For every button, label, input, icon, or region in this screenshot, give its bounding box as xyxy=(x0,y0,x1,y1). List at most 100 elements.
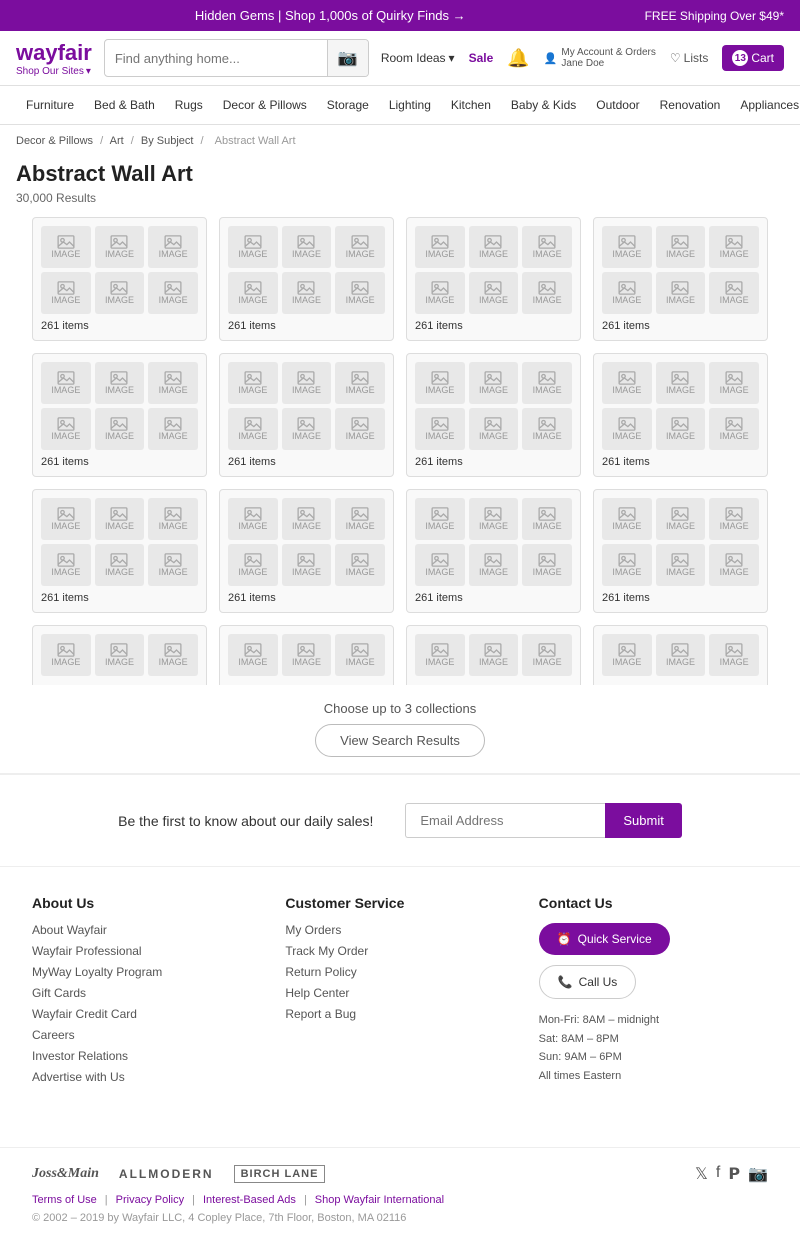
product-thumb: IMAGE xyxy=(602,272,652,314)
product-thumb: IMAGE xyxy=(228,226,278,268)
camera-search-button[interactable]: 📷 xyxy=(327,40,368,76)
product-thumb: IMAGE xyxy=(602,408,652,450)
collection-card[interactable]: IMAGE IMAGE IMAGE IMAGE IMAGE IMAGE 261 … xyxy=(593,353,768,477)
collection-card[interactable]: IMAGE IMAGE IMAGE IMAGE IMAGE IMAGE 261 … xyxy=(32,489,207,613)
nav-baby-kids[interactable]: Baby & Kids xyxy=(501,86,586,124)
cart-button[interactable]: 13 Cart xyxy=(722,45,784,71)
product-thumb: IMAGE xyxy=(41,544,91,586)
collections-row-1: IMAGE IMAGE IMAGE IMAGE IMAGE IMAGE 261 … xyxy=(16,217,784,341)
banner-promo[interactable]: Hidden Gems | Shop 1,000s of Quirky Find… xyxy=(16,8,645,23)
brand-joss-main[interactable]: Joss&Main xyxy=(32,1166,99,1182)
collection-count: 261 items xyxy=(602,592,759,604)
collection-count: 261 items xyxy=(415,592,572,604)
footer-link-report-bug[interactable]: Report a Bug xyxy=(285,1007,514,1021)
breadcrumb-decor[interactable]: Decor & Pillows xyxy=(16,135,93,147)
collection-count: 261 items xyxy=(415,320,572,332)
collection-card[interactable]: IMAGE IMAGE IMAGE xyxy=(219,625,394,685)
pinterest-icon[interactable]: 𝗣 xyxy=(728,1164,740,1184)
collection-card[interactable]: IMAGE IMAGE IMAGE IMAGE IMAGE IMAGE 261 … xyxy=(32,353,207,477)
view-search-button[interactable]: View Search Results xyxy=(315,724,485,757)
collection-card[interactable]: IMAGE IMAGE IMAGE IMAGE IMAGE IMAGE 261 … xyxy=(219,217,394,341)
collections-row-3: IMAGE IMAGE IMAGE IMAGE IMAGE IMAGE 261 … xyxy=(16,489,784,613)
product-thumb: IMAGE xyxy=(469,272,519,314)
nav-renovation[interactable]: Renovation xyxy=(650,86,731,124)
breadcrumb-by-subject[interactable]: By Subject xyxy=(141,135,194,147)
notifications-bell[interactable]: 🔔 xyxy=(507,48,529,69)
nav-bed-bath[interactable]: Bed & Bath xyxy=(84,86,165,124)
sale-link[interactable]: Sale xyxy=(469,51,494,65)
international-link[interactable]: Shop Wayfair International xyxy=(315,1194,444,1206)
brand-birch-lane[interactable]: BIRCH LANE xyxy=(234,1165,326,1183)
nav-rugs[interactable]: Rugs xyxy=(165,86,213,124)
collection-card[interactable]: IMAGE IMAGE IMAGE IMAGE IMAGE IMAGE 261 … xyxy=(219,353,394,477)
footer-link-help[interactable]: Help Center xyxy=(285,986,514,1000)
collection-card[interactable]: IMAGE IMAGE IMAGE xyxy=(406,625,581,685)
footer-link-about-wayfair[interactable]: About Wayfair xyxy=(32,923,261,937)
account-menu[interactable]: 👤 My Account & Orders Jane Doe xyxy=(544,47,656,69)
instagram-icon[interactable]: 📷 xyxy=(748,1164,768,1184)
product-thumb: IMAGE xyxy=(602,498,652,540)
quick-service-button[interactable]: ⏰ Quick Service xyxy=(539,923,670,955)
twitter-icon[interactable]: 𝕏 xyxy=(695,1164,708,1184)
breadcrumb-art[interactable]: Art xyxy=(110,135,124,147)
facebook-icon[interactable]: f xyxy=(716,1164,720,1184)
breadcrumb-current: Abstract Wall Art xyxy=(215,135,296,147)
nav-lighting[interactable]: Lighting xyxy=(379,86,441,124)
footer-link-professional[interactable]: Wayfair Professional xyxy=(32,944,261,958)
product-thumb: IMAGE xyxy=(469,362,519,404)
footer-link-return[interactable]: Return Policy xyxy=(285,965,514,979)
product-thumb: IMAGE xyxy=(602,544,652,586)
footer-columns: About Us About Wayfair Wayfair Professio… xyxy=(32,895,768,1091)
call-us-button[interactable]: 📞 Call Us xyxy=(539,965,637,999)
footer-about: About Us About Wayfair Wayfair Professio… xyxy=(32,895,261,1091)
nav-outdoor[interactable]: Outdoor xyxy=(586,86,649,124)
footer-link-myway[interactable]: MyWay Loyalty Program xyxy=(32,965,261,979)
newsletter-email-input[interactable] xyxy=(405,803,605,838)
collections-row-2: IMAGE IMAGE IMAGE IMAGE IMAGE IMAGE 261 … xyxy=(16,353,784,477)
footer-link-gift-cards[interactable]: Gift Cards xyxy=(32,986,261,1000)
collection-count: 261 items xyxy=(41,592,198,604)
footer-link-credit-card[interactable]: Wayfair Credit Card xyxy=(32,1007,261,1021)
collection-card[interactable]: IMAGE IMAGE IMAGE xyxy=(32,625,207,685)
nav-furniture[interactable]: Furniture xyxy=(16,86,84,124)
collection-card[interactable]: IMAGE IMAGE IMAGE IMAGE IMAGE IMAGE 261 … xyxy=(406,489,581,613)
collection-card[interactable]: IMAGE IMAGE IMAGE IMAGE IMAGE IMAGE 261 … xyxy=(593,217,768,341)
product-thumb: IMAGE xyxy=(415,226,465,268)
footer-link-advertise[interactable]: Advertise with Us xyxy=(32,1070,261,1084)
nav-decor-pillows[interactable]: Decor & Pillows xyxy=(213,86,317,124)
collection-count: 261 items xyxy=(602,320,759,332)
product-thumb: IMAGE xyxy=(469,634,519,676)
collection-card[interactable]: IMAGE IMAGE IMAGE IMAGE IMAGE IMAGE 261 … xyxy=(593,489,768,613)
product-thumb: IMAGE xyxy=(335,362,385,404)
brand-allmodern[interactable]: ALLMODERN xyxy=(119,1167,214,1181)
collection-card[interactable]: IMAGE IMAGE IMAGE IMAGE IMAGE IMAGE 261 … xyxy=(406,353,581,477)
collection-card[interactable]: IMAGE IMAGE IMAGE xyxy=(593,625,768,685)
interest-ads-link[interactable]: Interest-Based Ads xyxy=(203,1194,296,1206)
privacy-link[interactable]: Privacy Policy xyxy=(116,1194,184,1206)
product-thumb: IMAGE xyxy=(522,544,572,586)
footer-brands-social: Joss&Main ALLMODERN BIRCH LANE 𝕏 f 𝗣 📷 xyxy=(32,1164,768,1184)
nav-storage[interactable]: Storage xyxy=(317,86,379,124)
footer-link-careers[interactable]: Careers xyxy=(32,1028,261,1042)
lists-button[interactable]: ♡ Lists xyxy=(670,51,708,65)
product-thumb: IMAGE xyxy=(709,362,759,404)
logo[interactable]: wayfair Shop Our Sites ▾ xyxy=(16,40,92,77)
terms-link[interactable]: Terms of Use xyxy=(32,1194,97,1206)
nav-kitchen[interactable]: Kitchen xyxy=(441,86,501,124)
product-thumb: IMAGE xyxy=(95,272,145,314)
footer-link-my-orders[interactable]: My Orders xyxy=(285,923,514,937)
product-thumb: IMAGE xyxy=(522,408,572,450)
room-ideas-button[interactable]: Room Ideas ▾ xyxy=(381,51,455,65)
footer-contact: Contact Us ⏰ Quick Service 📞 Call Us Mon… xyxy=(539,895,768,1091)
nav-appliances[interactable]: Appliances xyxy=(730,86,800,124)
footer-customer-heading: Customer Service xyxy=(285,895,514,911)
newsletter-submit-button[interactable]: Submit xyxy=(605,803,681,838)
footer-customer-service: Customer Service My Orders Track My Orde… xyxy=(285,895,514,1091)
collection-card[interactable]: IMAGE IMAGE IMAGE IMAGE IMAGE IMAGE 261 … xyxy=(32,217,207,341)
search-bar: 📷 xyxy=(104,39,369,77)
collection-card[interactable]: IMAGE IMAGE IMAGE IMAGE IMAGE IMAGE 261 … xyxy=(406,217,581,341)
footer-link-track-order[interactable]: Track My Order xyxy=(285,944,514,958)
search-input[interactable] xyxy=(105,43,327,74)
collection-card[interactable]: IMAGE IMAGE IMAGE IMAGE IMAGE IMAGE 261 … xyxy=(219,489,394,613)
footer-link-investor[interactable]: Investor Relations xyxy=(32,1049,261,1063)
